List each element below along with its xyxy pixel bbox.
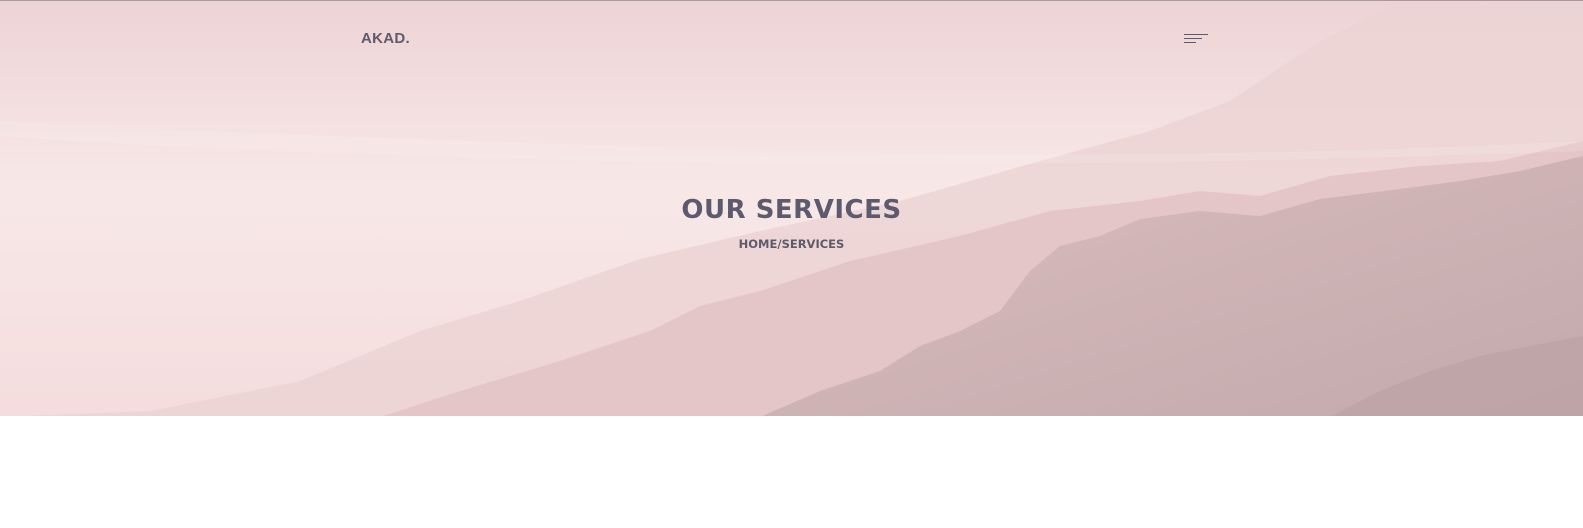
hero-banner: AKAD. OUR SERVICES HOME/SERVICES bbox=[0, 0, 1583, 416]
hamburger-menu-icon-line bbox=[1184, 38, 1202, 39]
brand-logo[interactable]: AKAD. bbox=[361, 30, 410, 47]
page-title: OUR SERVICES bbox=[681, 195, 902, 225]
menu-toggle-button[interactable] bbox=[1184, 32, 1210, 46]
hamburger-menu-icon bbox=[1184, 34, 1208, 35]
breadcrumb: HOME/SERVICES bbox=[0, 237, 1583, 251]
breadcrumb-home-link[interactable]: HOME bbox=[739, 237, 778, 251]
page-content-area bbox=[0, 416, 1583, 528]
hamburger-menu-icon-line bbox=[1184, 42, 1196, 43]
breadcrumb-current: SERVICES bbox=[781, 237, 845, 251]
hero-title-block: OUR SERVICES HOME/SERVICES bbox=[0, 195, 1583, 251]
